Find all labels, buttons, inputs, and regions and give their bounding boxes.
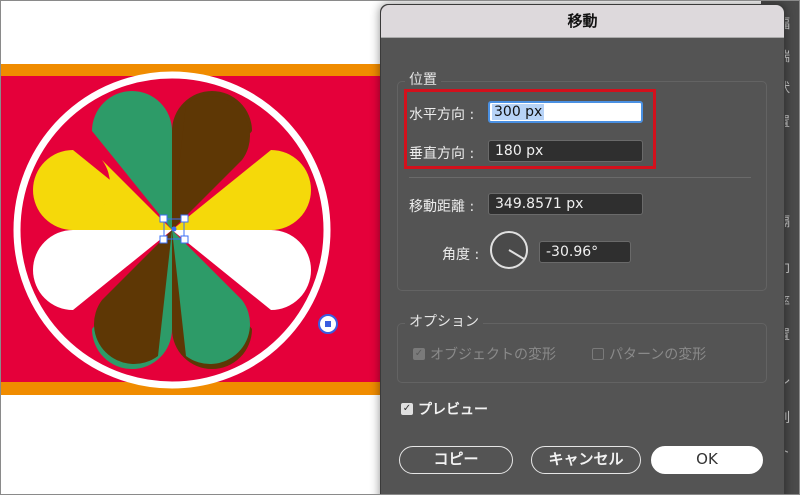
move-dialog: 移動 位置 水平方向 : 300 px 垂直方向 : 180 px 移動距離 :…: [380, 4, 785, 494]
copy-button[interactable]: コピー: [399, 446, 513, 474]
dialog-title: 移動: [381, 5, 784, 38]
ok-button[interactable]: OK: [651, 446, 763, 474]
checkmark-icon: ✓: [413, 348, 425, 360]
reference-point-icon[interactable]: [318, 314, 338, 334]
preview-checkbox[interactable]: ✓ プレビュー: [401, 399, 488, 419]
angle-input[interactable]: -30.96°: [539, 241, 631, 263]
angle-dial-icon[interactable]: [489, 230, 529, 270]
selection-handles[interactable]: [159, 214, 189, 244]
transform-objects-label: オブジェクトの変形: [430, 347, 556, 363]
options-group-label: オプション: [405, 311, 483, 331]
empty-checkbox-icon: [592, 348, 604, 360]
distance-label: 移動距離 :: [409, 199, 475, 215]
position-divider: [409, 177, 751, 178]
transform-patterns-label: パターンの変形: [609, 347, 707, 363]
checkmark-icon: ✓: [401, 403, 413, 415]
transform-objects-checkbox[interactable]: ✓ オブジェクトの変形: [413, 344, 556, 364]
annotation-highlight-box: [404, 89, 656, 169]
artboard-canvas[interactable]: [1, 1, 381, 495]
distance-input[interactable]: 349.8571 px: [488, 193, 643, 215]
cancel-button[interactable]: キャンセル: [531, 446, 641, 474]
angle-label: 角度 :: [442, 247, 480, 263]
transform-patterns-checkbox[interactable]: パターンの変形: [592, 344, 706, 364]
screenshot-frame: 幅端状置隔印率置ル列ト 移動 位置 水平方向 : 300 px 垂直方向 : 1…: [0, 0, 800, 495]
position-group-label: 位置: [405, 69, 441, 89]
preview-label: プレビュー: [418, 402, 488, 418]
